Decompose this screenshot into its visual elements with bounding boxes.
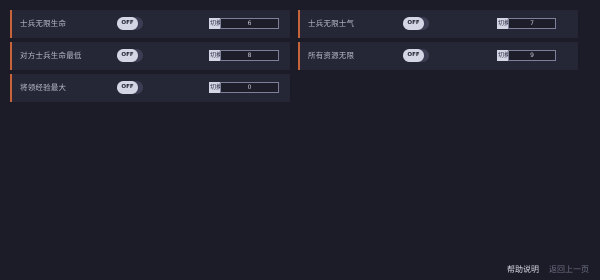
back-link[interactable]: 返回上一页 — [549, 264, 589, 276]
hotkey-input[interactable]: 6 — [220, 18, 279, 29]
toggle-state: OFF — [117, 17, 138, 30]
hotkey-input[interactable]: 0 — [220, 82, 279, 93]
toggle-state: OFF — [117, 81, 138, 94]
cheat-toggle[interactable]: OFF — [403, 49, 429, 62]
hotkey-input[interactable]: 9 — [508, 50, 556, 61]
cheat-row: 将领经验最大 OFF 切换 0 — [10, 74, 290, 102]
cheat-toggle[interactable]: OFF — [117, 17, 143, 30]
hotkey-input[interactable]: 8 — [220, 50, 279, 61]
toggle-state: OFF — [117, 49, 138, 62]
cheat-toggle[interactable]: OFF — [117, 49, 143, 62]
cheat-label: 对方士兵生命最低 — [20, 51, 82, 60]
cheat-row: 士兵无限生命 OFF 切换 6 — [10, 10, 290, 38]
hotkey-input[interactable]: 7 — [508, 18, 556, 29]
cheat-label: 所有资源无限 — [308, 51, 355, 60]
help-link[interactable]: 帮助说明 — [507, 264, 539, 276]
cheat-row: 士兵无限士气 OFF 切换 7 — [298, 10, 578, 38]
cheat-label: 将领经验最大 — [20, 83, 67, 92]
cheat-row: 对方士兵生命最低 OFF 切换 8 — [10, 42, 290, 70]
cheat-label: 士兵无限士气 — [308, 19, 355, 28]
trainer-window: 士兵无限生命 OFF 切换 6 对方士兵生命最低 OFF 切换 8 将领经验最大… — [0, 0, 600, 280]
cheat-toggle[interactable]: OFF — [403, 17, 429, 30]
toggle-state: OFF — [403, 17, 424, 30]
cheat-toggle[interactable]: OFF — [117, 81, 143, 94]
toggle-state: OFF — [403, 49, 424, 62]
cheat-row: 所有资源无限 OFF 切换 9 — [298, 42, 578, 70]
cheat-label: 士兵无限生命 — [20, 19, 67, 28]
